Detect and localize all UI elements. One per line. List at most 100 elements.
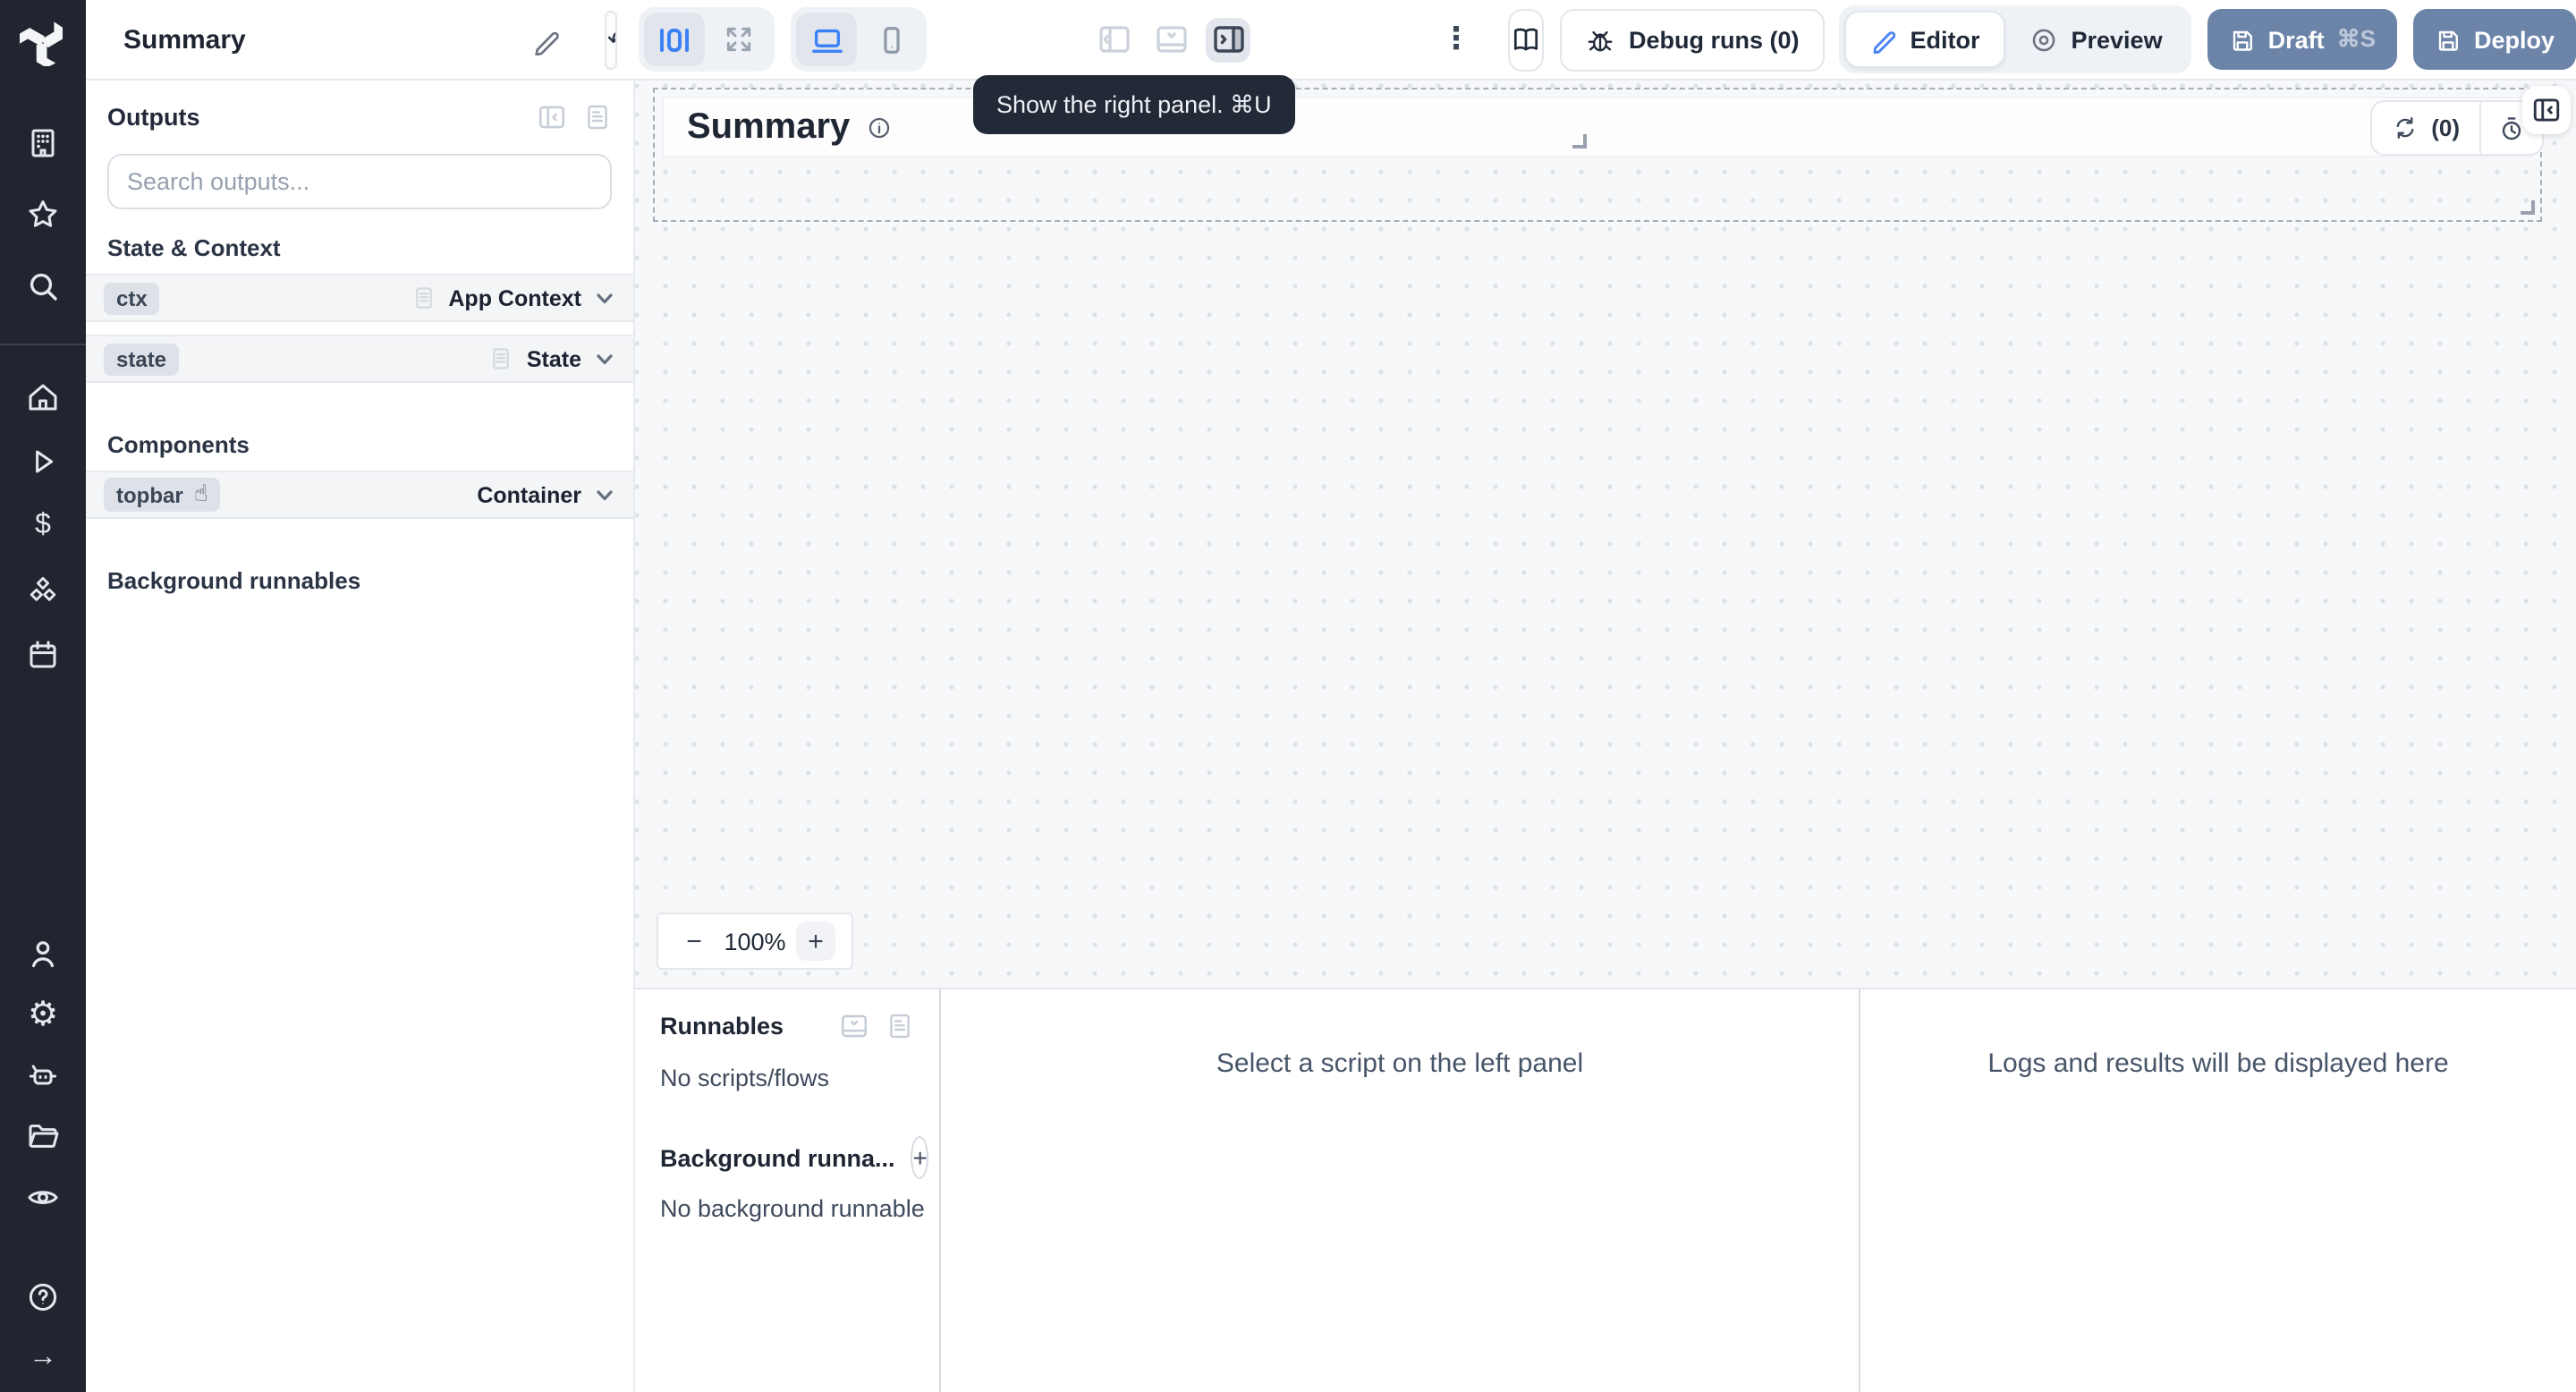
debug-runs-button[interactable]: Debug runs (0) xyxy=(1560,8,1825,71)
editor-tab[interactable]: Editor xyxy=(1843,11,2005,68)
collapse-outputs-panel-button[interactable] xyxy=(537,102,567,132)
output-row-state[interactable]: state State xyxy=(86,335,633,383)
sidebar-item-folders[interactable] xyxy=(0,1106,86,1167)
layout-mode-group xyxy=(639,7,775,72)
search-outputs-input[interactable] xyxy=(107,154,612,209)
debug-runs-label: Debug runs (0) xyxy=(1628,26,1800,53)
pencil-icon xyxy=(536,30,560,55)
collapse-bottom-panel-button[interactable] xyxy=(839,1011,869,1041)
ctx-type-label: App Context xyxy=(448,285,581,310)
calendar-icon xyxy=(30,641,56,668)
outputs-panel-title: Outputs xyxy=(107,104,200,131)
star-icon xyxy=(29,200,57,227)
deploy-button[interactable]: Deploy xyxy=(2412,9,2576,70)
chevron-down-icon[interactable] xyxy=(594,484,615,505)
robot-icon xyxy=(29,1065,57,1085)
zoom-control: − 100% + xyxy=(657,912,853,970)
user-icon xyxy=(32,941,54,968)
sidebar-item-favorites[interactable] xyxy=(0,179,86,250)
full-width-button[interactable] xyxy=(709,13,770,66)
undo-icon: ↶ xyxy=(607,23,616,55)
refresh-button[interactable]: (0) xyxy=(2372,102,2479,154)
sidebar-item-account[interactable] xyxy=(0,923,86,984)
save-icon xyxy=(2233,30,2252,50)
right-panel-tooltip: Show the right panel. ⌘U xyxy=(973,75,1295,134)
add-background-runnable-button[interactable]: + xyxy=(911,1136,929,1179)
sidebar-item-workspace[interactable] xyxy=(0,107,86,179)
sidebar-divider xyxy=(0,344,86,345)
expand-icon xyxy=(727,27,752,52)
runnables-list-section: Runnables No scripts/flows Background ru… xyxy=(635,989,941,1392)
dollar-icon: $ xyxy=(35,510,51,540)
sidebar-item-workers[interactable] xyxy=(0,1045,86,1106)
chevron-down-icon[interactable] xyxy=(594,348,615,369)
desktop-view-button[interactable] xyxy=(796,13,858,66)
no-background-runnable-label: No background runnable xyxy=(660,1195,925,1222)
zoom-out-button[interactable]: − xyxy=(674,921,714,961)
panel-collapse-icon xyxy=(538,106,565,129)
play-icon xyxy=(36,450,54,473)
sidebar-item-variables[interactable]: $ xyxy=(0,494,86,558)
runnables-docs-button[interactable] xyxy=(886,1011,914,1041)
background-runnables-title: Background runna... xyxy=(660,1144,895,1171)
toggle-right-panel-button[interactable] xyxy=(1206,17,1251,62)
document-icon xyxy=(890,1014,910,1039)
sidebar-item-resources[interactable] xyxy=(0,558,86,623)
mobile-view-button[interactable] xyxy=(861,13,922,66)
resize-handle[interactable] xyxy=(1572,134,1587,149)
book-icon xyxy=(1514,28,1539,51)
outputs-docs-button[interactable] xyxy=(583,102,612,132)
search-icon xyxy=(30,273,57,301)
sidebar-item-runs[interactable] xyxy=(0,429,86,494)
toggle-left-panel-button[interactable] xyxy=(1092,17,1137,62)
app-canvas[interactable]: Summary Show the right panel. ⌘U (0) − 1… xyxy=(635,75,2576,988)
sidebar-item-search[interactable] xyxy=(0,250,86,322)
draft-button[interactable]: Draft ⌘S xyxy=(2207,9,2397,70)
edit-title-button[interactable] xyxy=(532,24,563,55)
pointer-cursor-icon: ☝ xyxy=(193,481,208,508)
centered-layout-button[interactable] xyxy=(644,13,706,66)
info-icon[interactable] xyxy=(866,114,893,140)
runnables-title: Runnables xyxy=(660,1013,784,1040)
undo-button[interactable]: ↶ xyxy=(607,12,616,67)
editor-tab-label: Editor xyxy=(1910,26,1980,53)
mobile-icon xyxy=(884,26,900,53)
topbar-badge: topbar ☝ xyxy=(104,478,221,512)
hide-right-panel-button[interactable] xyxy=(2522,86,2571,134)
sidebar-item-audit[interactable] xyxy=(0,1167,86,1227)
panel-collapse-icon xyxy=(2533,98,2560,122)
outputs-search xyxy=(107,154,612,209)
no-scripts-label: No scripts/flows xyxy=(660,1065,830,1091)
sidebar-item-settings[interactable]: ⚙ xyxy=(0,984,86,1045)
more-options-button[interactable]: ⋮ xyxy=(1441,21,1471,57)
centered-layout-icon xyxy=(660,28,690,51)
output-row-ctx[interactable]: ctx App Context xyxy=(86,274,633,322)
sidebar-item-help[interactable] xyxy=(0,1267,86,1328)
building-icon xyxy=(31,129,55,157)
document-icon xyxy=(588,105,607,130)
preview-icon xyxy=(2032,28,2055,51)
windmill-logo[interactable] xyxy=(0,0,86,86)
state-badge: state xyxy=(104,343,180,375)
resize-handle[interactable] xyxy=(2521,200,2535,215)
sidebar-item-schedules[interactable] xyxy=(0,623,86,687)
panel-bottom-icon xyxy=(1157,26,1187,53)
topbar-container[interactable]: Summary xyxy=(662,97,2533,157)
refresh-icon xyxy=(2396,117,2414,139)
cubes-icon xyxy=(30,577,56,601)
zoom-in-button[interactable]: + xyxy=(796,921,835,961)
component-row-topbar[interactable]: topbar ☝ Container xyxy=(86,471,633,519)
selected-container-outline[interactable]: Summary xyxy=(653,88,2542,222)
script-placeholder: Select a script on the left panel xyxy=(1216,1048,1584,1079)
sidebar-collapse-button[interactable]: → xyxy=(0,1328,86,1388)
chevron-down-icon[interactable] xyxy=(594,287,615,309)
arrow-right-icon: → xyxy=(29,1342,57,1372)
home-icon xyxy=(29,384,57,411)
refresh-count: (0) xyxy=(2431,115,2460,141)
panel-left-icon xyxy=(1099,26,1130,53)
sidebar-item-home[interactable] xyxy=(0,365,86,429)
docs-button[interactable] xyxy=(1508,8,1545,71)
editor-preview-switch: Editor Preview xyxy=(1838,5,2191,73)
toggle-bottom-panel-button[interactable] xyxy=(1149,17,1194,62)
preview-tab[interactable]: Preview xyxy=(2005,11,2186,68)
